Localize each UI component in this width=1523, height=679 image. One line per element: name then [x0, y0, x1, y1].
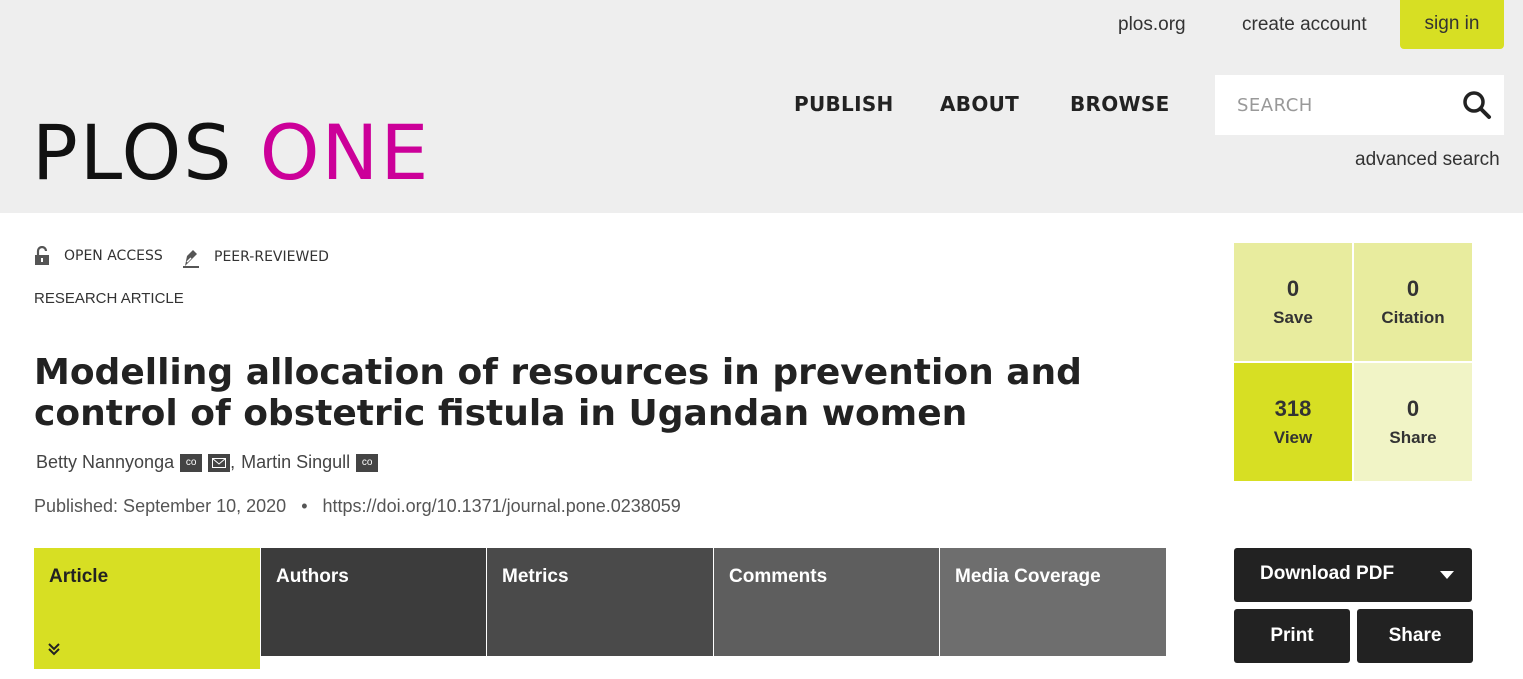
download-pdf-button[interactable]: Download PDF	[1234, 548, 1472, 602]
metric-view-label: View	[1273, 428, 1313, 447]
co-author-icon: co	[356, 453, 379, 472]
published-date: Published: September 10, 2020	[34, 496, 287, 516]
doi-link[interactable]: https://doi.org/10.1371/journal.pone.023…	[323, 496, 681, 516]
download-pdf-label: Download PDF	[1260, 563, 1395, 584]
plos-org-link[interactable]: plos.org	[1118, 14, 1186, 36]
article-type: RESEARCH ARTICLE	[34, 290, 184, 307]
search-input[interactable]	[1237, 75, 1457, 135]
unlock-icon	[35, 246, 49, 265]
peer-reviewed-badge: PEER-REVIEWED	[182, 246, 329, 268]
article-tabs: Article Authors Metrics Comments Media C…	[34, 548, 1166, 669]
metric-share-label: Share	[1389, 428, 1437, 447]
advanced-search-link[interactable]: advanced search	[1355, 149, 1500, 171]
peer-reviewed-label: PEER-REVIEWED	[214, 249, 329, 265]
search-icon[interactable]	[1462, 90, 1492, 120]
logo-one-text: ONE	[259, 108, 431, 197]
open-access-label: OPEN ACCESS	[64, 248, 163, 264]
create-account-link[interactable]: create account	[1242, 14, 1367, 36]
author-name[interactable]: Betty Nannyonga	[36, 452, 174, 473]
metric-share[interactable]: 0 Share	[1354, 363, 1472, 481]
logo-plos-text: PLOS	[32, 108, 234, 197]
print-button[interactable]: Print	[1234, 609, 1350, 663]
tab-article[interactable]: Article	[34, 548, 260, 669]
publication-line: Published: September 10, 2020 • https://…	[34, 496, 681, 517]
metric-citation-label: Citation	[1381, 308, 1445, 327]
nav-about[interactable]: ABOUT	[940, 92, 1019, 116]
metric-share-count: 0	[1406, 396, 1420, 421]
tab-metrics[interactable]: Metrics	[487, 548, 713, 656]
email-icon[interactable]	[208, 453, 231, 472]
tab-media-coverage[interactable]: Media Coverage	[940, 548, 1166, 656]
site-header: plos.org create account sign in PLOS ONE…	[0, 0, 1523, 213]
tab-authors[interactable]: Authors	[261, 548, 486, 656]
metric-citation[interactable]: 0 Citation	[1354, 243, 1472, 361]
metric-view-count: 318	[1274, 396, 1312, 421]
metric-view[interactable]: 318 View	[1234, 363, 1352, 481]
metric-save-label: Save	[1273, 308, 1313, 327]
search-box	[1215, 75, 1504, 135]
nav-browse[interactable]: BROWSE	[1070, 92, 1170, 116]
metric-save[interactable]: 0 Save	[1234, 243, 1352, 361]
pen-icon	[183, 250, 199, 268]
nav-publish[interactable]: PUBLISH	[794, 92, 894, 116]
share-button[interactable]: Share	[1357, 609, 1473, 663]
caret-down-icon[interactable]	[1440, 571, 1454, 579]
author-separator: ,	[230, 452, 236, 472]
separator-dot: •	[301, 496, 308, 516]
sign-in-button[interactable]: sign in	[1400, 0, 1504, 49]
metric-citation-count: 0	[1406, 276, 1420, 301]
author-list: Betty Nannyonga co , Martin Singull co	[36, 452, 379, 473]
co-author-icon: co	[180, 453, 203, 472]
open-access-badge: OPEN ACCESS	[34, 246, 163, 266]
tab-article-label: Article	[49, 566, 109, 587]
double-chevron-down-icon	[48, 643, 60, 656]
article-title: Modelling allocation of resources in pre…	[34, 352, 1082, 434]
tab-comments[interactable]: Comments	[714, 548, 939, 656]
author-name[interactable]: Martin Singull	[241, 452, 350, 473]
metric-save-count: 0	[1286, 276, 1300, 301]
plos-one-logo[interactable]: PLOS ONE	[32, 108, 430, 198]
